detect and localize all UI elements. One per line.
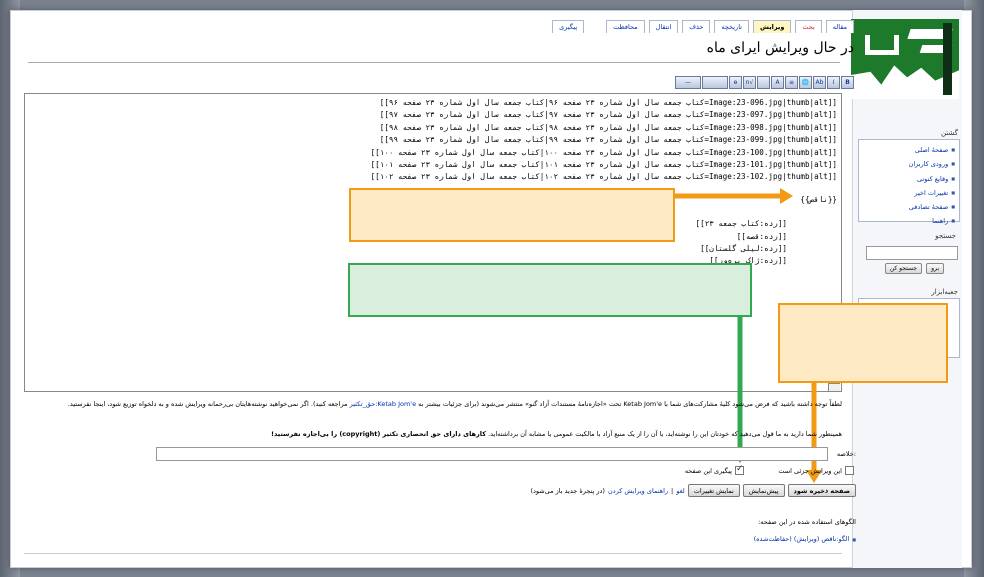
preview-button[interactable]: پیش‌نمایش: [742, 484, 785, 497]
summary-label: خلاصه:: [836, 450, 856, 458]
save-button[interactable]: صفحه ذخیره شود: [787, 484, 856, 497]
show-changes-button[interactable]: نمایش تغییرات: [687, 484, 740, 497]
minor-edit-label: این ویرایش جزئی است: [778, 466, 842, 475]
templates-heading: الگوهای استفاده شده در این صفحه:: [758, 518, 856, 526]
copyright-text: همینطور شما دارید به ما قول می‌دهید که خ…: [485, 430, 842, 438]
watch-checkbox-row: پیگیری این صفحه: [684, 464, 744, 475]
arrow-head: [780, 188, 793, 204]
license-text: مراجعه کنید). اگر نمی‌خواهید نوشته‌هایتا…: [67, 400, 350, 408]
cancel-link[interactable]: لغو: [676, 487, 684, 495]
license-text: لطفاً توجه داشته باشید که فرض می‌شود کلی…: [416, 400, 842, 408]
editing-help-note: (در پنجرهٔ جدید باز می‌شود): [530, 486, 605, 495]
template-link[interactable]: الگو:ناقص (ویرایش) (حفاظت‌شده): [754, 535, 856, 543]
separator: |: [671, 486, 674, 495]
copyright-warning: کارهای دارای حق انحصاری تکثیر (copyright…: [271, 430, 486, 438]
copyright-notice: همینطور شما دارید به ما قول می‌دهید که خ…: [24, 428, 842, 440]
watch-checkbox[interactable]: [735, 464, 744, 475]
edit-buttons: صفحه ذخیره شود پیش‌نمایش نمایش تغییرات ل…: [530, 484, 856, 497]
copyright-link[interactable]: Ketab Jom'e:حق_تکثیر: [350, 400, 416, 408]
minor-edit-checkbox-row: این ویرایش جزئی است: [778, 466, 854, 475]
watch-label: پیگیری این صفحه: [684, 466, 732, 475]
summary-input[interactable]: [156, 447, 828, 461]
license-notice: لطفاً توجه داشته باشید که فرض می‌شود کلی…: [24, 398, 842, 410]
footer-divider: [24, 553, 842, 554]
minor-edit-checkbox[interactable]: [845, 466, 854, 475]
editing-help-link[interactable]: راهنمای ویرایش کردن: [608, 487, 668, 495]
